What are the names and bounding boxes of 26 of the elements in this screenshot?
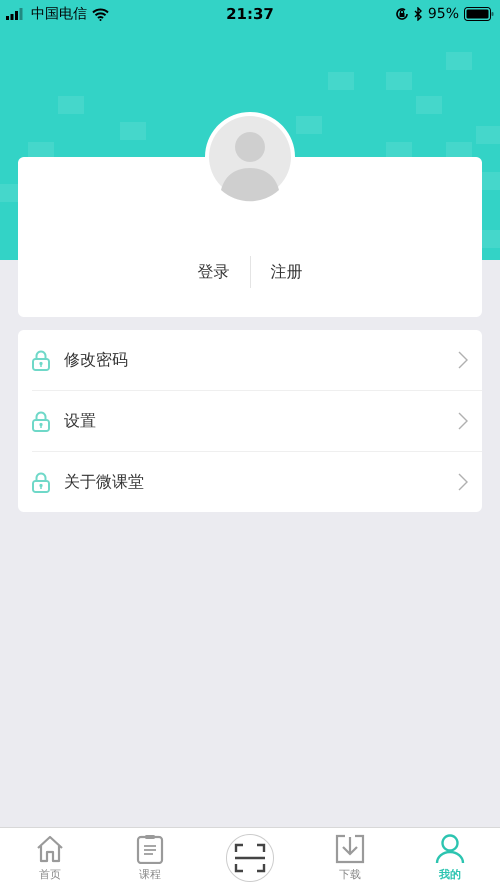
lock-icon (32, 472, 50, 492)
bluetooth-icon (414, 7, 423, 21)
home-icon (35, 834, 65, 864)
download-icon (335, 834, 365, 864)
register-link[interactable]: 注册 (250, 262, 322, 282)
carrier-name: 中国电信 (31, 5, 87, 23)
tab-item[interactable]: 首页 (15, 834, 85, 882)
battery-percent: 95% (428, 6, 459, 22)
chevron-right-icon (458, 473, 468, 491)
clipboard-icon (136, 834, 164, 864)
rotation-lock-icon (394, 7, 409, 21)
person-icon (435, 834, 465, 864)
login-link[interactable]: 登录 (178, 262, 250, 282)
wifi-icon (92, 8, 109, 20)
clock-time: 21:37 (226, 5, 274, 23)
battery-icon (464, 7, 494, 21)
lock-icon (32, 410, 50, 432)
chevron-right-icon (458, 412, 468, 430)
menu-item[interactable]: 设置 (32, 391, 482, 452)
chevron-right-icon (458, 351, 468, 369)
menu-item[interactable]: 修改密码 (32, 330, 482, 391)
tab-item[interactable]: 下载 (315, 834, 385, 882)
menu-item[interactable]: 关于微课堂 (32, 452, 482, 512)
tab-item[interactable]: 课程 (115, 834, 185, 882)
lock-icon (32, 350, 50, 370)
scan-icon (234, 843, 266, 873)
